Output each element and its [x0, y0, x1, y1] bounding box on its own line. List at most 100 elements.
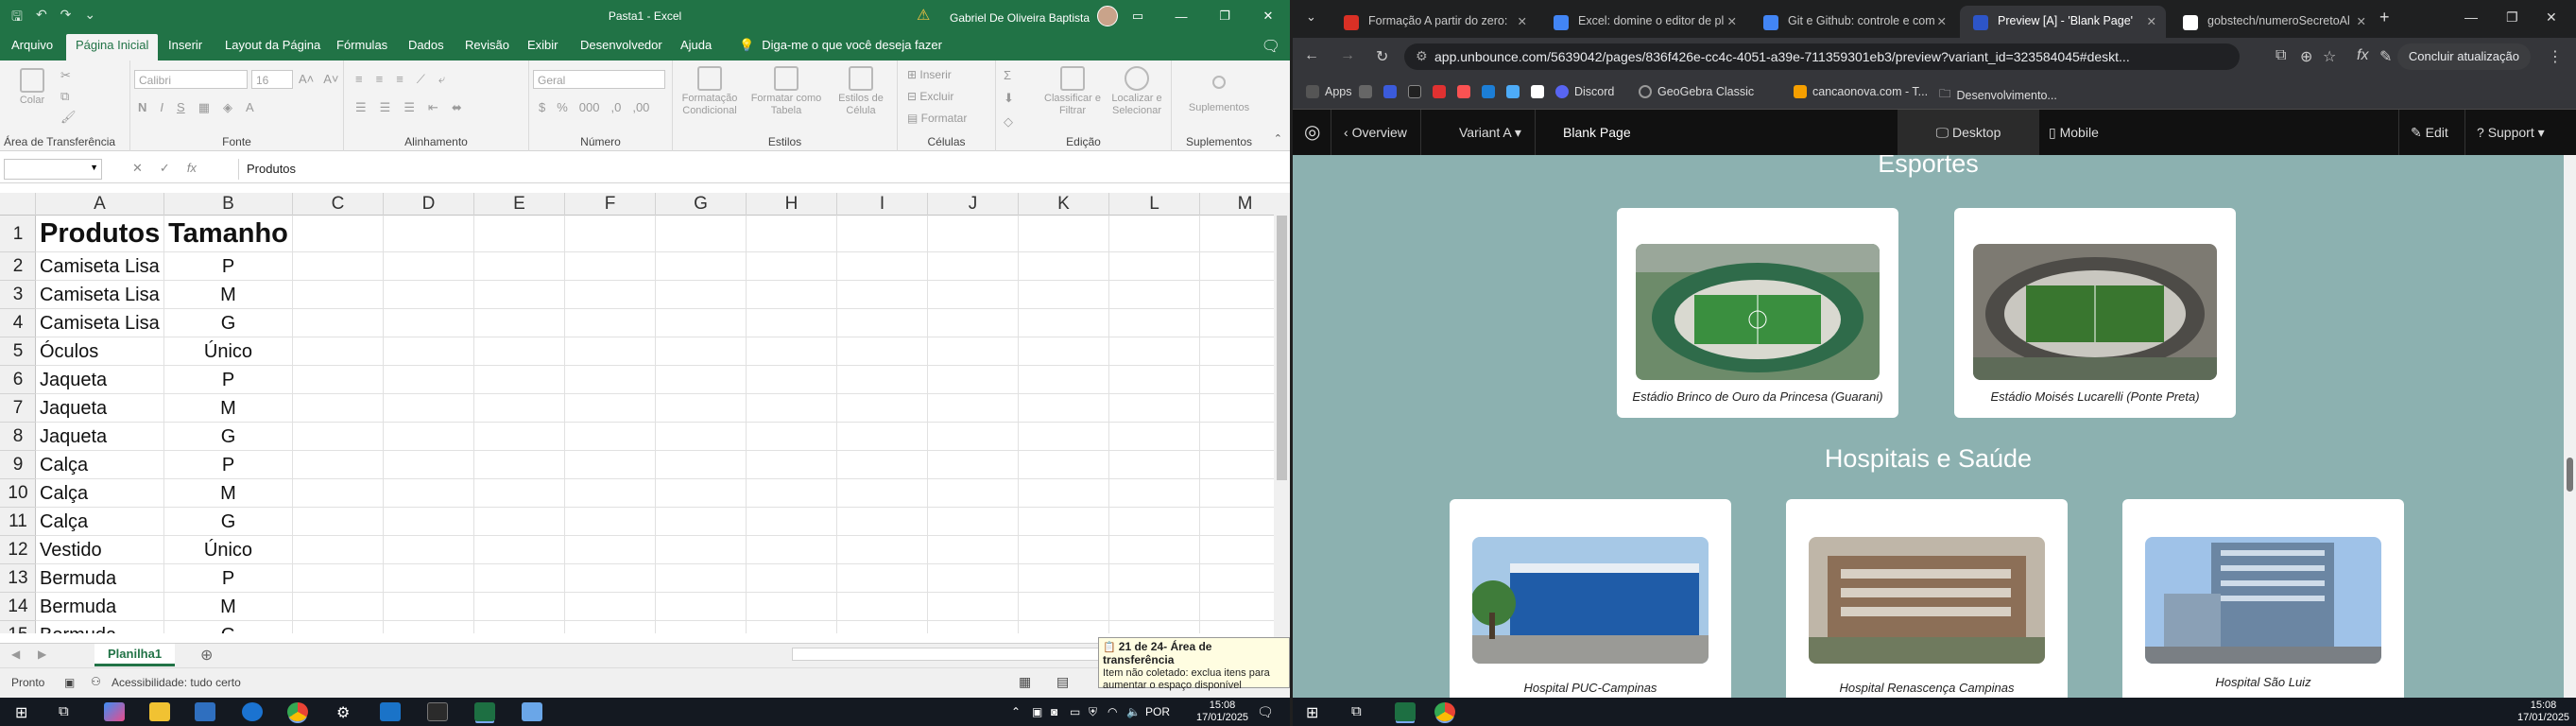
cell-empty[interactable] [1019, 564, 1109, 593]
bookmark-favicon-6[interactable] [1506, 85, 1520, 98]
tab-file[interactable]: Arquivo [11, 38, 53, 52]
desktop-view-button[interactable]: 🖵 Desktop [1898, 110, 2039, 155]
cell-empty[interactable] [293, 536, 384, 564]
cell-empty[interactable] [293, 394, 384, 423]
tell-me-box[interactable]: 💡 Diga-me o que você deseja fazer [739, 38, 942, 53]
underline-icon[interactable]: S [177, 100, 185, 115]
cell-empty[interactable] [747, 337, 837, 366]
bold-icon[interactable]: N [138, 100, 146, 115]
cell-size[interactable]: Tamanho [164, 216, 293, 252]
cell-empty[interactable] [1019, 423, 1109, 451]
bookmark-favicon-7[interactable] [1531, 85, 1544, 98]
cell-empty[interactable] [656, 479, 747, 508]
customize-qa-icon[interactable]: ⌄ [84, 7, 95, 29]
column-header[interactable]: K [1019, 193, 1109, 216]
name-box[interactable]: ▼ [4, 159, 102, 180]
cell-empty[interactable] [384, 536, 474, 564]
macro-record-icon[interactable]: ▣ [64, 676, 75, 689]
cell-empty[interactable] [293, 366, 384, 394]
reload-icon[interactable]: ↻ [1376, 47, 1388, 66]
cell-empty[interactable] [656, 216, 747, 252]
cell-empty[interactable] [837, 564, 928, 593]
cell-empty[interactable] [1200, 423, 1274, 451]
align-center-icon[interactable]: ☰ [380, 100, 391, 115]
cell-empty[interactable] [837, 593, 928, 621]
cell-empty[interactable] [1019, 216, 1109, 252]
bookmark-favicon-2[interactable] [1408, 85, 1421, 98]
back-icon[interactable]: ← [1304, 47, 1319, 66]
comma-icon[interactable]: 000 [579, 100, 600, 114]
cell-empty[interactable] [293, 423, 384, 451]
cell-empty[interactable] [474, 366, 565, 394]
tab-insert[interactable]: Inserir [168, 38, 202, 52]
wifi-icon[interactable]: ◠ [1108, 705, 1117, 718]
cell-empty[interactable] [747, 281, 837, 309]
cell-empty[interactable] [293, 281, 384, 309]
cell-empty[interactable] [747, 423, 837, 451]
column-header[interactable]: J [928, 193, 1019, 216]
cell-product[interactable]: Produtos [36, 216, 164, 252]
browser-tab[interactable]: Preview [A] - 'Blank Page' ✕ [1960, 6, 2166, 38]
addins-button[interactable]: Suplementos [1181, 68, 1257, 114]
font-size-box[interactable]: 16 [251, 70, 293, 89]
cell-product[interactable]: Jaqueta [36, 423, 164, 451]
tab-page-layout[interactable]: Layout da Página [225, 38, 320, 52]
fill-color-icon[interactable]: ◈ [223, 100, 232, 115]
settings-icon[interactable]: ⚙ [336, 703, 350, 722]
indent-icon[interactable]: ⇤ [428, 100, 438, 115]
scroll-thumb[interactable] [1277, 216, 1287, 480]
account-area[interactable]: Gabriel De Oliveira Baptista [950, 6, 1119, 26]
cell-empty[interactable] [474, 536, 565, 564]
bookmark-apps[interactable]: Apps [1306, 85, 1352, 98]
format-cells-button[interactable]: ▤ Formatar [907, 112, 967, 125]
edit-button[interactable]: ✎ Edit [2398, 110, 2448, 155]
cell-product[interactable]: Jaqueta [36, 394, 164, 423]
extension-pen-icon[interactable]: ✎ [2379, 47, 2392, 66]
save-icon[interactable]: 🖫 [11, 7, 23, 29]
autosum-icon[interactable]: Σ [1004, 68, 1014, 82]
row-header[interactable]: 5 [0, 337, 36, 366]
cell-empty[interactable] [565, 366, 656, 394]
borders-icon[interactable]: ▦ [198, 100, 210, 115]
comments-icon[interactable]: 🗨 [1262, 37, 1280, 56]
unbounce-logo-icon[interactable]: ◎ [1304, 110, 1320, 155]
cell-empty[interactable] [1109, 479, 1200, 508]
chrome-taskbar-icon[interactable] [287, 702, 308, 721]
cell-empty[interactable] [1109, 281, 1200, 309]
cell-empty[interactable] [474, 423, 565, 451]
cell-empty[interactable] [1109, 394, 1200, 423]
cell-empty[interactable] [474, 216, 565, 252]
tab-close-icon[interactable]: ✕ [2357, 14, 2366, 28]
cell-size[interactable]: P [164, 252, 293, 281]
font-name-box[interactable]: Calibri [134, 70, 248, 89]
cell-empty[interactable] [928, 508, 1019, 536]
formula-input[interactable]: Produtos [238, 159, 1286, 180]
accessibility-icon[interactable]: ⚇ [91, 675, 101, 688]
cell-product[interactable]: Bermuda [36, 564, 164, 593]
clear-icon[interactable]: ◇ [1004, 114, 1014, 130]
notepad-icon[interactable] [522, 702, 542, 721]
cell-empty[interactable] [656, 621, 747, 633]
excel-taskbar-icon[interactable] [474, 702, 495, 721]
row-header[interactable]: 11 [0, 508, 36, 536]
cell-empty[interactable] [837, 216, 928, 252]
cell-empty[interactable] [1019, 252, 1109, 281]
cell-empty[interactable] [1019, 508, 1109, 536]
cell-empty[interactable] [656, 508, 747, 536]
cell-empty[interactable] [1019, 281, 1109, 309]
column-header[interactable]: C [293, 193, 384, 216]
currency-icon[interactable]: $ [539, 100, 545, 114]
cell-product[interactable]: Camiseta Lisa [36, 309, 164, 337]
cell-empty[interactable] [1200, 621, 1274, 633]
tab-formulas[interactable]: Fórmulas [336, 38, 387, 52]
address-bar[interactable]: ⚙ app.unbounce.com/5639042/pages/836f426… [1404, 43, 2240, 70]
cell-empty[interactable] [1200, 593, 1274, 621]
cell-empty[interactable] [565, 394, 656, 423]
cell-empty[interactable] [1019, 337, 1109, 366]
cell-product[interactable]: Jaqueta [36, 366, 164, 394]
find-select-button[interactable]: Localizar e Selecionar [1106, 66, 1168, 117]
task-view-icon[interactable]: ⧉ [59, 703, 69, 719]
browser-tab[interactable]: Git e Github: controle e com ✕ [1750, 6, 1956, 38]
cell-size[interactable]: M [164, 593, 293, 621]
tab-close-icon[interactable]: ✕ [1937, 14, 1947, 28]
